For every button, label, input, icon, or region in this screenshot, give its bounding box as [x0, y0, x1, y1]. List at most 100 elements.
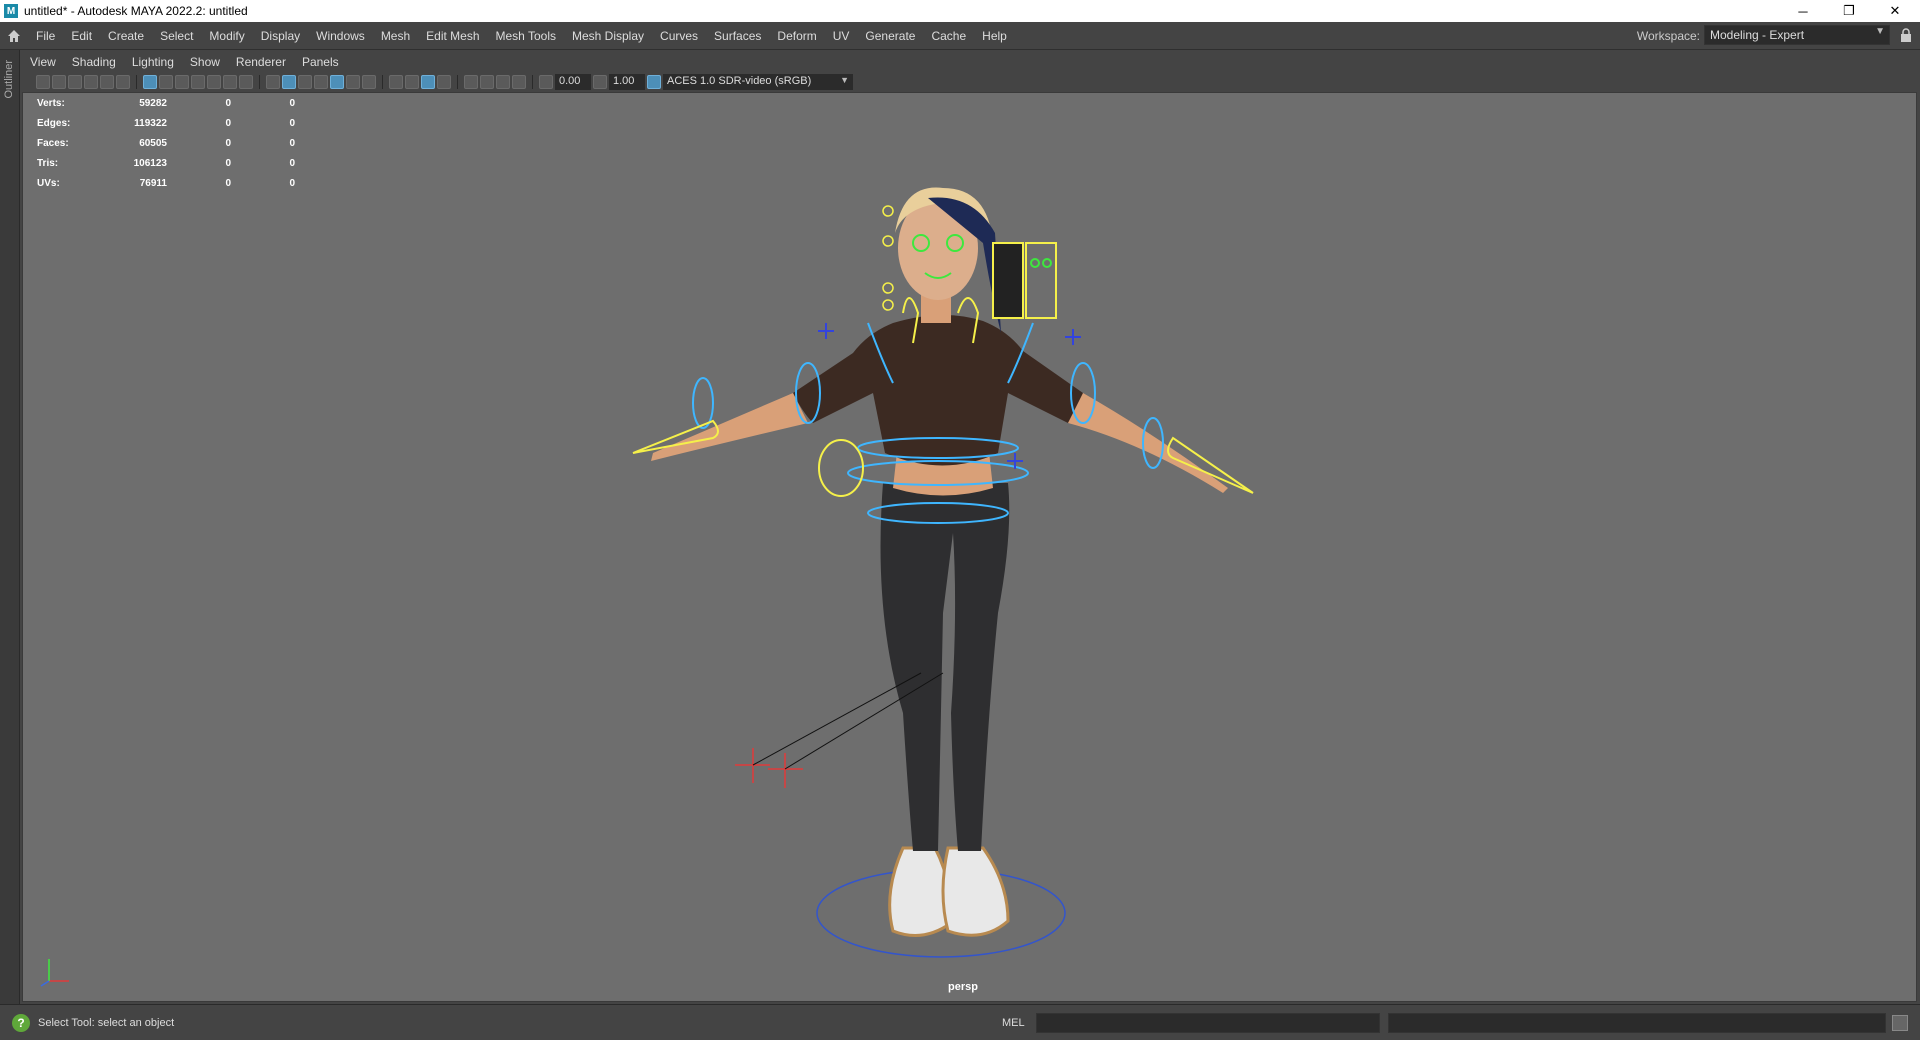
menu-mesh[interactable]: Mesh	[373, 29, 418, 43]
menu-mesh-tools[interactable]: Mesh Tools	[488, 29, 564, 43]
perspective-viewport[interactable]: Verts: 59282 0 0 Edges: 119322 0 0 Faces…	[22, 92, 1917, 1002]
anti-aliasing-icon[interactable]	[421, 75, 435, 89]
vp-menu-shading[interactable]: Shading	[64, 55, 124, 69]
maximize-button[interactable]: ❐	[1826, 0, 1872, 22]
view-transform-value: ACES 1.0 SDR-video (sRGB)	[667, 75, 812, 87]
menu-mesh-display[interactable]: Mesh Display	[564, 29, 652, 43]
toolbar-divider	[136, 75, 137, 89]
status-bar: ? Select Tool: select an object MEL	[0, 1004, 1920, 1040]
smooth-shade-icon[interactable]	[282, 75, 296, 89]
menu-file[interactable]: File	[28, 29, 63, 43]
view-axis-icon	[40, 959, 69, 987]
menu-select[interactable]: Select	[152, 29, 201, 43]
camera-attributes-icon[interactable]	[52, 75, 66, 89]
toolbar-divider	[457, 75, 458, 89]
workspace-select[interactable]: Modeling - Expert ▼	[1704, 25, 1890, 45]
right-shoe	[941, 846, 1010, 937]
toolbar-divider	[259, 75, 260, 89]
gamma-field[interactable]: 1.00	[609, 74, 645, 90]
textured-icon[interactable]	[330, 75, 344, 89]
outliner-panel-tab[interactable]: Outliner	[0, 50, 20, 1004]
gate-mask-icon[interactable]	[191, 75, 205, 89]
xray-active-components-icon[interactable]	[496, 75, 510, 89]
minimize-button[interactable]: ─	[1780, 0, 1826, 22]
menu-help[interactable]: Help	[974, 29, 1015, 43]
right-arm-pole-control[interactable]	[1065, 329, 1081, 345]
close-button[interactable]: ✕	[1872, 0, 1918, 22]
menu-windows[interactable]: Windows	[308, 29, 373, 43]
menu-curves[interactable]: Curves	[652, 29, 706, 43]
use-all-lights-icon[interactable]	[346, 75, 360, 89]
menu-deform[interactable]: Deform	[769, 29, 824, 43]
safe-action-icon[interactable]	[223, 75, 237, 89]
left-arm	[651, 393, 808, 461]
shirt	[793, 314, 1083, 466]
menu-generate[interactable]: Generate	[857, 29, 923, 43]
face-gui-eye-icon[interactable]	[1030, 258, 1040, 268]
grid-icon[interactable]	[143, 75, 157, 89]
menu-edit[interactable]: Edit	[63, 29, 100, 43]
isolate-select-icon[interactable]	[464, 75, 478, 89]
menu-surfaces[interactable]: Surfaces	[706, 29, 769, 43]
grease-pencil-icon[interactable]	[116, 75, 130, 89]
face-gui-panel-left[interactable]	[992, 242, 1024, 319]
view-transform-select[interactable]: ACES 1.0 SDR-video (sRGB) ▼	[663, 74, 853, 90]
command-line-input[interactable]	[1036, 1013, 1380, 1033]
left-elbow-control[interactable]	[692, 377, 714, 429]
xray-joints-icon[interactable]	[512, 75, 526, 89]
wireframe-on-shaded-icon[interactable]	[314, 75, 328, 89]
jeans	[880, 483, 1010, 851]
viewport-menubar: View Shading Lighting Show Renderer Pane…	[22, 52, 347, 72]
script-language-toggle[interactable]: MEL	[1002, 1017, 1025, 1029]
xray-icon[interactable]	[480, 75, 494, 89]
help-icon[interactable]: ?	[12, 1014, 30, 1032]
right-knee-pole-control[interactable]	[768, 753, 803, 788]
face-ctrl-dot[interactable]	[882, 235, 894, 247]
menu-modify[interactable]: Modify	[201, 29, 252, 43]
lock-icon[interactable]	[1900, 28, 1912, 42]
menu-display[interactable]: Display	[253, 29, 308, 43]
toolbar-divider	[532, 75, 533, 89]
color-management-icon[interactable]	[647, 75, 661, 89]
screen-space-ao-icon[interactable]	[389, 75, 403, 89]
film-gate-icon[interactable]	[159, 75, 173, 89]
vp-menu-renderer[interactable]: Renderer	[228, 55, 294, 69]
exposure-field[interactable]: 0.00	[555, 74, 591, 90]
face-ctrl-dot[interactable]	[882, 299, 894, 311]
workspace-value: Modeling - Expert	[1710, 28, 1805, 42]
vp-menu-lighting[interactable]: Lighting	[124, 55, 182, 69]
vp-menu-panels[interactable]: Panels	[294, 55, 347, 69]
left-arm-pole-control[interactable]	[818, 323, 834, 339]
default-material-icon[interactable]	[298, 75, 312, 89]
image-plane-icon[interactable]	[84, 75, 98, 89]
viewport-toolbar: 0.00 1.00 ACES 1.0 SDR-video (sRGB) ▼	[22, 72, 1917, 92]
left-knee-pole-control[interactable]	[735, 748, 770, 783]
face-ctrl-dot[interactable]	[882, 205, 894, 217]
vp-menu-view[interactable]: View	[22, 55, 64, 69]
select-camera-icon[interactable]	[36, 75, 50, 89]
motion-blur-icon[interactable]	[405, 75, 419, 89]
shadows-icon[interactable]	[362, 75, 376, 89]
2d-pan-zoom-icon[interactable]	[100, 75, 114, 89]
depth-of-field-icon[interactable]	[437, 75, 451, 89]
vp-menu-show[interactable]: Show	[182, 55, 228, 69]
wireframe-icon[interactable]	[266, 75, 280, 89]
exposure-icon[interactable]	[539, 75, 553, 89]
knee-pole-line	[752, 672, 922, 766]
bookmark-icon[interactable]	[68, 75, 82, 89]
menu-edit-mesh[interactable]: Edit Mesh	[418, 29, 487, 43]
home-icon[interactable]	[0, 22, 28, 50]
menu-cache[interactable]: Cache	[923, 29, 974, 43]
menu-uv[interactable]: UV	[825, 29, 858, 43]
workspace-label: Workspace:	[1636, 29, 1700, 43]
menu-create[interactable]: Create	[100, 29, 152, 43]
face-gui-eye-icon[interactable]	[1042, 258, 1052, 268]
script-editor-icon[interactable]	[1892, 1015, 1908, 1031]
field-chart-icon[interactable]	[207, 75, 221, 89]
gamma-icon[interactable]	[593, 75, 607, 89]
safe-title-icon[interactable]	[239, 75, 253, 89]
face-gui-panel-right[interactable]	[1025, 242, 1057, 319]
resolution-gate-icon[interactable]	[175, 75, 189, 89]
face-ctrl-dot[interactable]	[882, 282, 894, 294]
character-rig-scene	[632, 187, 1254, 958]
